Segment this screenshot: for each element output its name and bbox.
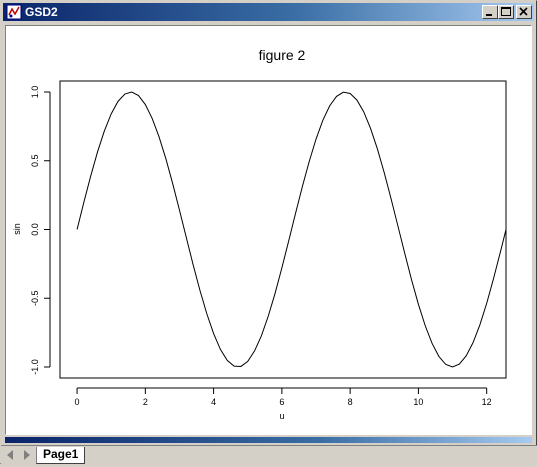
x-tick-label: 8 [348,397,353,407]
maximize-button[interactable] [498,5,514,19]
x-tick-label: 12 [482,397,492,407]
x-tick-label: 10 [413,397,423,407]
x-axis-label: u [279,411,284,421]
y-tick-label: 0.0 [30,223,40,236]
minimize-icon [486,14,492,16]
x-tick-label: 6 [279,397,284,407]
status-strip [5,437,532,443]
tab-bar-divider [1,445,537,446]
window-controls [482,5,532,19]
y-tick-label: -0.5 [30,290,40,306]
y-axis-label: sin [12,223,22,235]
y-tick-label: 0.5 [30,154,40,167]
app-icon [6,4,22,20]
y-tick-label: 1.0 [30,86,40,99]
chart-title: figure 2 [259,47,306,63]
plot-canvas: figure 2 0 2 4 6 8 10 12 -1.0 -0.5 0.0 0.5 1.0 u s… [5,25,532,435]
x-tick-label: 0 [75,397,80,407]
tab-page1[interactable]: Page1 [36,447,86,464]
title-bar[interactable]: GSD2 [3,3,534,21]
minimize-button[interactable] [482,5,498,19]
x-tick-label: 4 [211,397,216,407]
page-tab-bar: Page1 [1,445,537,465]
close-icon [519,7,528,16]
sine-chart: figure 2 0 2 4 6 8 10 12 -1.0 -0.5 0.0 0.5 1.0 u s… [12,47,507,421]
close-button[interactable] [516,5,532,19]
maximize-icon [501,7,511,16]
triangle-left-icon[interactable] [4,448,18,462]
window-title: GSD2 [25,5,58,19]
y-axis: -1.0 -0.5 0.0 0.5 1.0 [30,86,51,375]
graph-window: GSD2 figure 2 0 2 4 6 8 10 12 -1.0 -0.5 … [0,0,537,465]
x-axis: 0 2 4 6 8 10 12 [75,387,492,407]
y-tick-label: -1.0 [30,359,40,375]
sine-series-line [76,91,507,368]
triangle-right-icon[interactable] [19,448,33,462]
x-tick-label: 2 [143,397,148,407]
plot-box [59,80,507,379]
